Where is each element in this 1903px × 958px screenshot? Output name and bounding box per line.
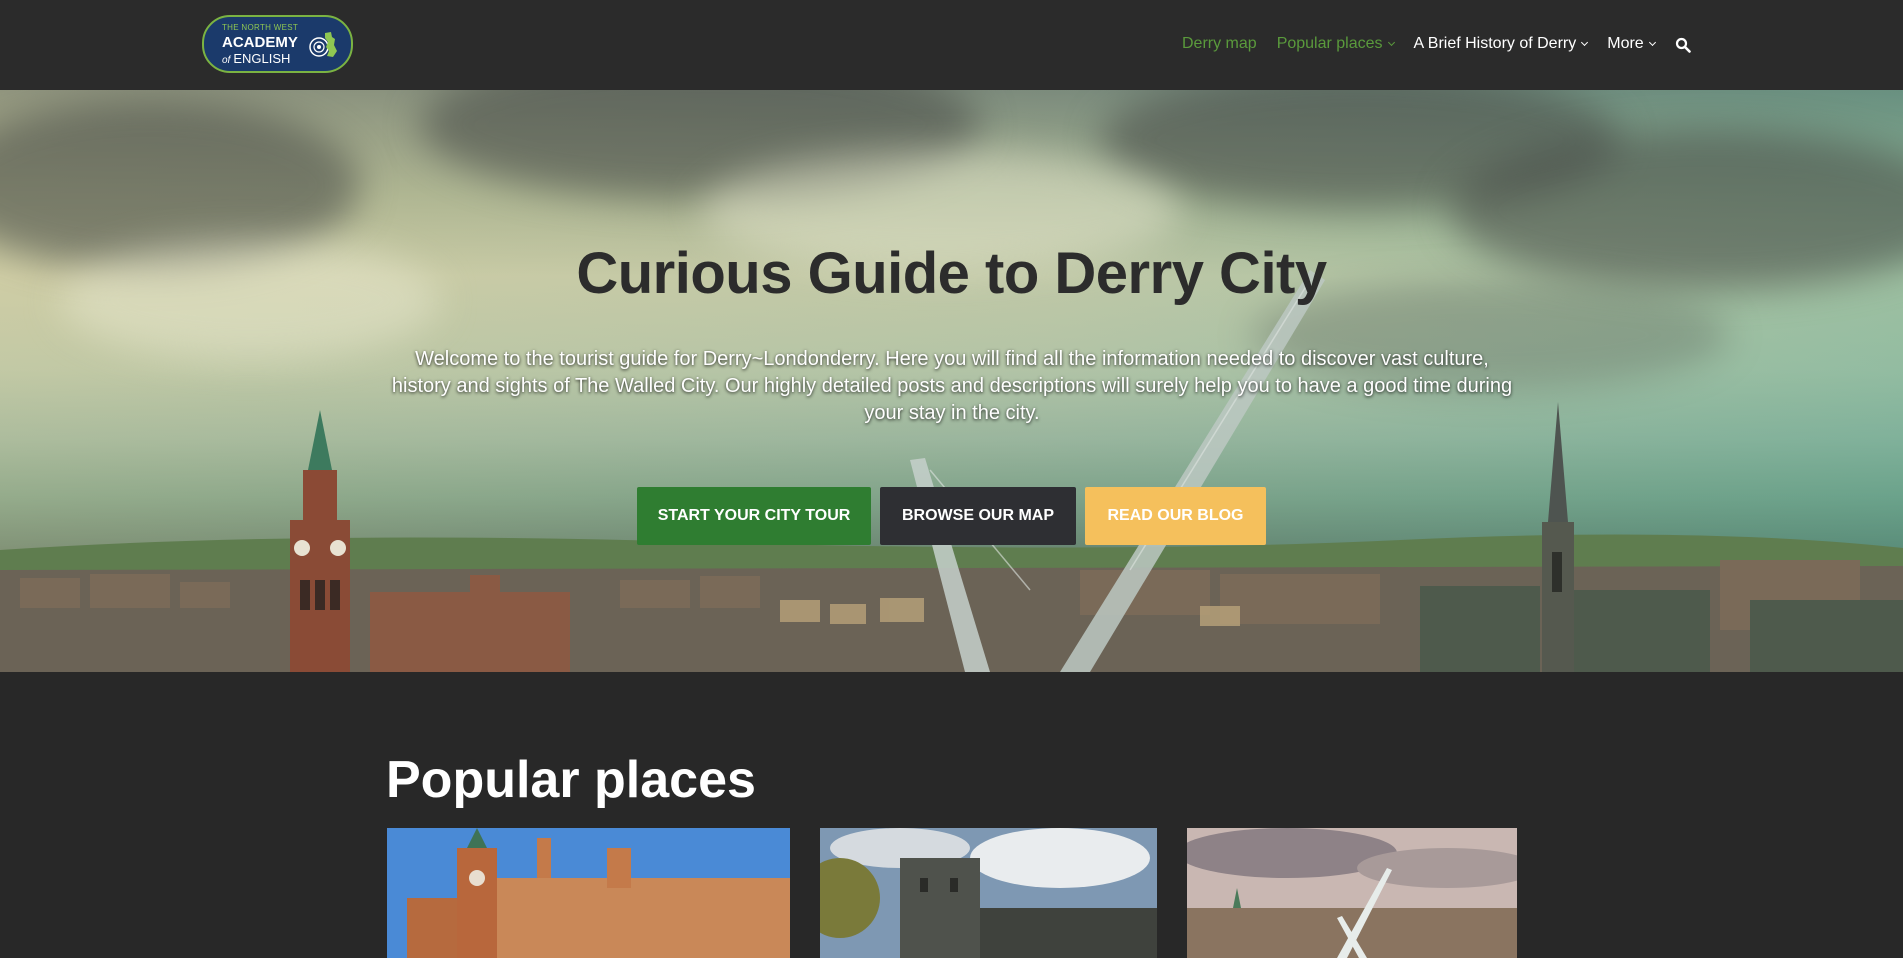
nav-item-more[interactable]: More	[1607, 35, 1656, 53]
chevron-down-icon	[1387, 38, 1395, 47]
guildhall-image	[387, 828, 790, 958]
nav-item-label: More	[1607, 35, 1644, 52]
logo-line3-prefix: of	[222, 55, 231, 66]
site-logo[interactable]: THE NORTH WEST ACADEMY of ENGLISH	[202, 15, 353, 73]
hero-title: Curious Guide to Derry City	[576, 241, 1327, 306]
nav-item-derry-map[interactable]: Derry map	[1182, 35, 1257, 53]
peace-bridge-photo[interactable]	[1187, 828, 1517, 958]
logo-line2: ACADEMY	[222, 34, 298, 51]
popular-places-heading: Popular places	[386, 751, 756, 809]
chevron-down-icon	[1648, 38, 1656, 47]
main-nav: Derry map Popular places A Brief History…	[1182, 32, 1675, 56]
logo-line3: of ENGLISH	[222, 51, 290, 66]
search-icon[interactable]	[1675, 37, 1691, 53]
chevron-down-icon	[1581, 38, 1589, 47]
site-header: THE NORTH WEST ACADEMY of ENGLISH Derry m…	[0, 0, 1903, 90]
uk-map-emblem-icon	[309, 32, 337, 57]
nav-item-label: Derry map	[1182, 35, 1257, 52]
nav-item-label: Popular places	[1276, 35, 1383, 52]
start-city-tour-button[interactable]: START YOUR CITY TOUR	[637, 487, 871, 545]
logo-line1: THE NORTH WEST	[222, 23, 299, 32]
peace-bridge-image	[910, 270, 1325, 672]
logo-line3-text: ENGLISH	[233, 51, 291, 66]
hero-banner: Curious Guide to Derry City Welcome to t…	[0, 90, 1903, 672]
hero-description: Welcome to the tourist guide for Derry~L…	[391, 348, 1513, 424]
hero-button-group: START YOUR CITY TOUR BROWSE OUR MAP READ…	[637, 487, 1266, 545]
cathedral-spire-image	[1542, 402, 1574, 672]
guildhall-photo[interactable]	[387, 828, 790, 958]
castle-tower-image	[820, 828, 1157, 958]
browse-map-button[interactable]: BROWSE OUR MAP	[880, 487, 1076, 545]
nav-item-history[interactable]: A Brief History of Derry	[1413, 35, 1589, 53]
nav-item-popular-places[interactable]: Popular places	[1276, 35, 1395, 53]
read-blog-button[interactable]: READ OUR BLOG	[1085, 487, 1266, 545]
clock-tower-image	[290, 410, 350, 672]
nav-item-label: A Brief History of Derry	[1413, 35, 1577, 52]
castle-tower-photo[interactable]	[820, 828, 1157, 958]
peace-bridge-card-image	[1187, 828, 1517, 958]
